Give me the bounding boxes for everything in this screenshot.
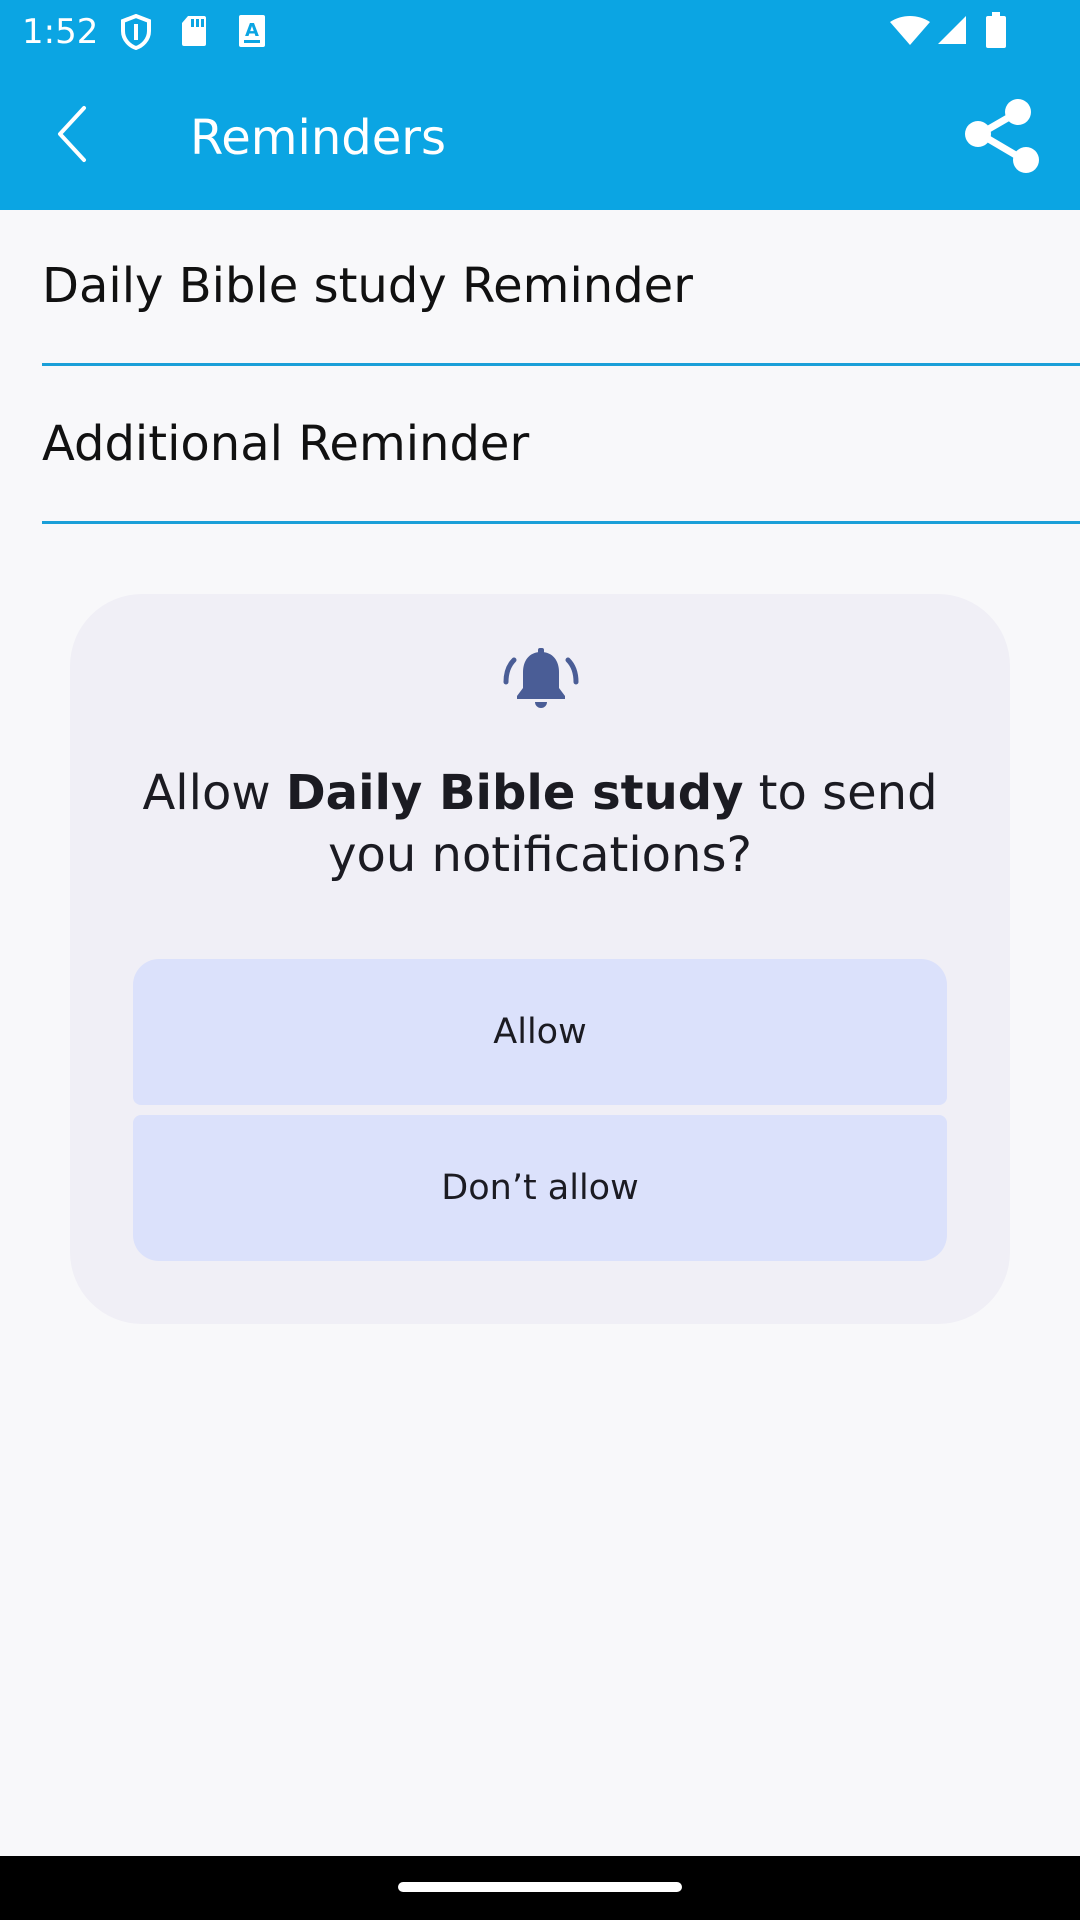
sd-card-icon bbox=[182, 16, 206, 46]
app-bar: Reminders bbox=[0, 64, 1080, 210]
cell-signal-icon bbox=[938, 16, 966, 44]
shield-icon bbox=[121, 14, 151, 50]
allow-button[interactable]: Allow bbox=[133, 959, 947, 1105]
share-icon bbox=[965, 99, 1039, 173]
font-a-icon: A bbox=[239, 15, 265, 47]
dialog-app-name: Daily Bible study bbox=[285, 765, 744, 821]
page-title: Reminders bbox=[190, 110, 446, 166]
list-item-label: Additional Reminder bbox=[42, 416, 530, 472]
list-item-daily-reminder[interactable]: Daily Bible study Reminder bbox=[42, 210, 1080, 366]
status-bar: 1:52 A bbox=[0, 0, 1080, 64]
battery-icon bbox=[986, 12, 1006, 48]
dont-allow-button-label: Don’t allow bbox=[441, 1168, 639, 1208]
svg-text:A: A bbox=[245, 20, 259, 41]
navigation-bar bbox=[0, 1856, 1080, 1920]
wifi-icon bbox=[890, 16, 930, 45]
dialog-message: Allow Daily Bible study to send you noti… bbox=[130, 762, 950, 886]
dont-allow-button[interactable]: Don’t allow bbox=[133, 1115, 947, 1261]
home-gesture-handle[interactable] bbox=[398, 1882, 682, 1892]
dialog-message-prefix: Allow bbox=[142, 765, 286, 821]
list-item-additional-reminder[interactable]: Additional Reminder bbox=[42, 368, 1080, 524]
status-time: 1:52 bbox=[22, 12, 99, 52]
chevron-left-icon bbox=[58, 106, 86, 162]
allow-button-label: Allow bbox=[493, 1012, 587, 1052]
share-button[interactable] bbox=[960, 94, 1044, 178]
bell-ringing-icon bbox=[503, 648, 579, 708]
notification-permission-dialog: Allow Daily Bible study to send you noti… bbox=[70, 594, 1010, 1324]
list-item-label: Daily Bible study Reminder bbox=[42, 258, 693, 314]
back-button[interactable] bbox=[40, 94, 110, 174]
